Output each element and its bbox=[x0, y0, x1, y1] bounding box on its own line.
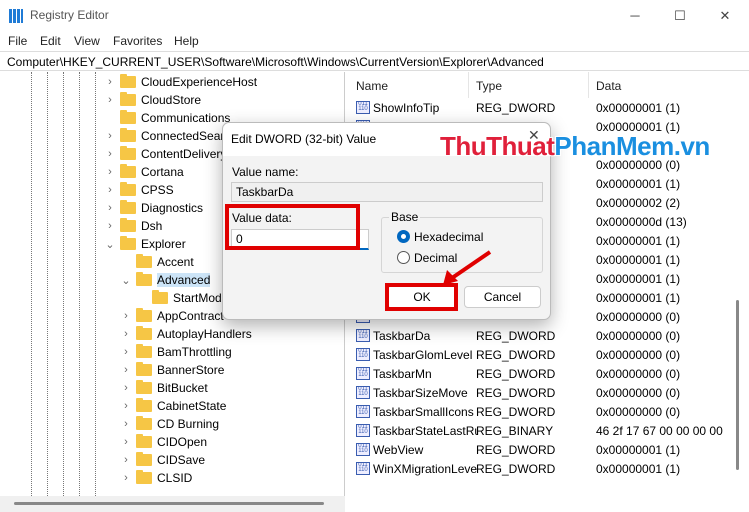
watermark-part1: ThuThuat bbox=[440, 131, 555, 161]
red-arrow-icon bbox=[443, 250, 492, 285]
watermark-logo: ThuThuatPhanMem.vn bbox=[440, 131, 710, 162]
watermark-part2: PhanMem.vn bbox=[554, 131, 710, 161]
